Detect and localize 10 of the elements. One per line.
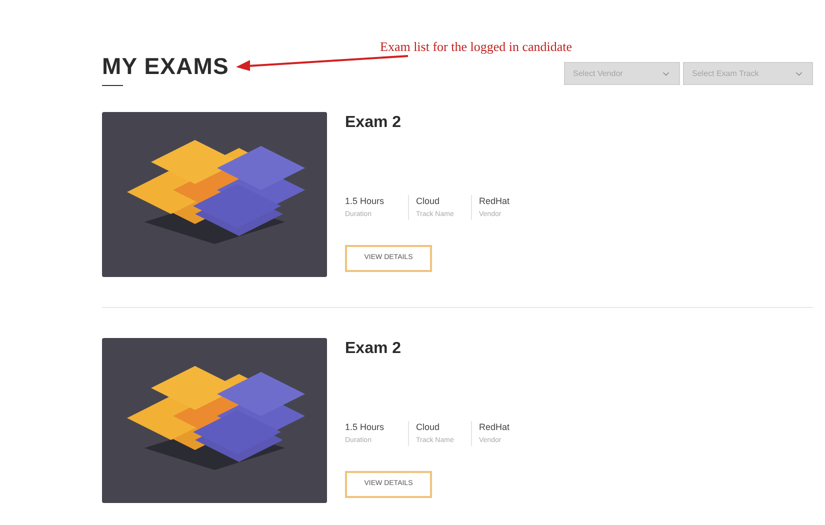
exam-title: Exam 2	[345, 113, 402, 133]
stat-value: Cloud	[416, 195, 441, 207]
stat-value: 1.5 Hours	[345, 421, 386, 433]
exam-title: Exam 2	[345, 339, 402, 359]
annotation-text: Exam list for the logged in candidate	[380, 38, 572, 56]
stat-value: RedHat	[479, 421, 510, 433]
stat-value: Cloud	[416, 421, 441, 433]
page-title: MY EXAMS	[102, 52, 229, 80]
stat-value: 1.5 Hours	[345, 195, 386, 207]
stat-value: RedHat	[479, 195, 510, 207]
